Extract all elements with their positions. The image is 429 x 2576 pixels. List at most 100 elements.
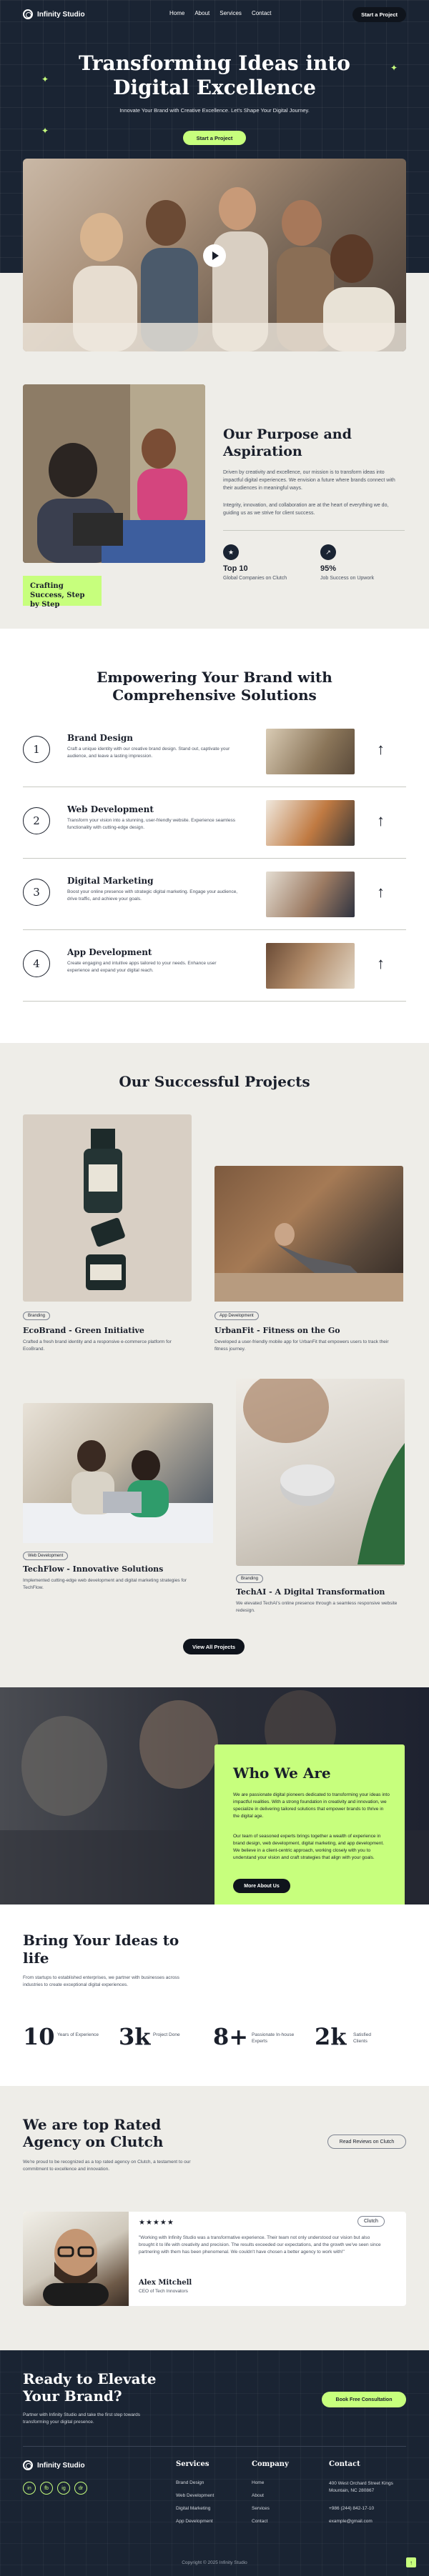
sparkle-icon: ✦	[390, 63, 398, 73]
project-name[interactable]: TechAI - A Digital Transformation	[236, 1587, 385, 1597]
footer-brand-name: Infinity Studio	[37, 2461, 85, 2470]
arrow-up-icon[interactable]: ↑	[377, 883, 385, 902]
read-reviews-button[interactable]: Read Reviews on Clutch	[327, 2135, 406, 2149]
clutch-title: We are top Rated Agency on Clutch	[23, 2116, 164, 2150]
stat-label: Years of Experience	[57, 2032, 99, 2037]
hero-subtitle: Innovate Your Brand with Creative Excell…	[119, 107, 310, 114]
bring-ideas-title: Bring Your Ideas to life	[23, 1932, 179, 1967]
footer-link[interactable]: Home	[252, 2480, 264, 2485]
footer-link[interactable]: Contact	[252, 2519, 267, 2524]
project-name[interactable]: EcoBrand - Green Initiative	[23, 1326, 144, 1335]
stat-value: 3k	[119, 2023, 151, 2050]
purpose-paragraph-2: Integrity, innovation, and collaboration…	[223, 503, 389, 516]
divider	[223, 530, 405, 531]
stat-label: Satisfied Clients	[353, 2032, 371, 2044]
testimonial-quote: "Working with Infinity Studio was a tran…	[139, 2235, 381, 2255]
service-number: 3	[23, 879, 50, 906]
facebook-icon[interactable]: fb	[40, 2482, 53, 2495]
footer-services-heading: Services	[176, 2460, 209, 2468]
rating-stars-icon: ★★★★★	[139, 2219, 174, 2227]
stat-label: Passionate In-house Experts	[252, 2032, 295, 2044]
footer-contact-heading: Contact	[329, 2460, 360, 2468]
smart-speaker-illustration	[243, 1372, 405, 1564]
yoga-illustration	[214, 1223, 403, 1302]
divider	[23, 2446, 406, 2447]
clutch-icon: ★	[223, 544, 239, 560]
service-row[interactable]: 2 Web Development Transform your vision …	[23, 794, 406, 859]
page: Infinity Studio Home About Services Cont…	[0, 0, 429, 2576]
nav-link-services[interactable]: Services	[220, 10, 242, 16]
start-project-hero-button[interactable]: Start a Project	[183, 131, 246, 145]
testimonial-role: CEO of Tech Innovators	[139, 2289, 188, 2294]
arrow-up-icon[interactable]: ↑	[377, 812, 385, 830]
arrow-up-icon[interactable]: ↑	[377, 740, 385, 759]
project-image-ecobrand[interactable]	[23, 1114, 192, 1302]
play-video-button[interactable]	[203, 244, 226, 267]
services-title: Empowering Your Brand with Comprehensive…	[97, 669, 332, 704]
project-name[interactable]: TechFlow - Innovative Solutions	[23, 1564, 163, 1574]
project-image-techflow[interactable]	[23, 1403, 213, 1543]
footer-email[interactable]: example@gmail.com	[329, 2519, 373, 2524]
project-image-urbanfit[interactable]	[214, 1166, 403, 1302]
service-number: 2	[23, 807, 50, 834]
testimonial-avatar-image	[23, 2212, 129, 2306]
service-image	[266, 872, 355, 917]
footer-brand-logo[interactable]: Infinity Studio	[23, 2460, 85, 2470]
footer-phone[interactable]: +986 (244) 842-17-10	[329, 2506, 374, 2511]
hero-title: Transforming Ideas into Digital Excellen…	[79, 51, 350, 99]
service-number: 4	[23, 950, 50, 977]
footer-link[interactable]: Brand Design	[176, 2480, 204, 2485]
footer-link[interactable]: Services	[252, 2506, 270, 2511]
nav-link-about[interactable]: About	[194, 10, 209, 16]
project-badge: Branding	[23, 1312, 51, 1320]
view-all-projects-button[interactable]: View All Projects	[183, 1639, 245, 1654]
more-about-us-button[interactable]: More About Us	[233, 1879, 290, 1893]
stat-label: Job Success on Upwork	[320, 576, 375, 581]
stat-value: 10	[23, 2023, 55, 2050]
footer-link[interactable]: Digital Marketing	[176, 2506, 210, 2511]
footer-link[interactable]: About	[252, 2493, 264, 2498]
bottle-illustration	[84, 1129, 126, 1290]
book-consultation-button[interactable]: Book Free Consultation	[322, 2392, 406, 2407]
service-number: 1	[23, 736, 50, 763]
footer-cta-paragraph: Partner with Infinity Studio and take th…	[23, 2412, 141, 2425]
social-links: in fb ig dr	[23, 2482, 87, 2495]
stat-label: Project Done	[153, 2032, 180, 2037]
project-badge: Branding	[236, 1574, 264, 1583]
nav-link-home[interactable]: Home	[169, 10, 184, 16]
back-to-top-icon[interactable]: ↑	[406, 2557, 416, 2567]
project-description: Crafted a fresh brand identity and a res…	[23, 1339, 172, 1352]
copyright-text: Copyright © 2025 Infinity Studio	[182, 2560, 247, 2565]
start-project-nav-button[interactable]: Start a Project	[352, 7, 406, 22]
service-name: App Development	[67, 947, 152, 957]
nav-link-contact[interactable]: Contact	[252, 10, 272, 16]
divider	[23, 1001, 406, 1002]
footer-link[interactable]: App Development	[176, 2519, 213, 2524]
projects-title: Our Successful Projects	[119, 1073, 310, 1090]
footer-cta-title: Ready to Elevate Your Brand?	[23, 2370, 157, 2405]
brand-logo[interactable]: Infinity Studio	[23, 9, 85, 19]
infinity-logo-icon	[23, 2460, 33, 2470]
project-name[interactable]: UrbanFit - Fitness on the Go	[214, 1326, 340, 1335]
footer-company-heading: Company	[252, 2460, 289, 2468]
service-row[interactable]: 1 Brand Design Craft a unique identity w…	[23, 723, 406, 787]
project-badge: Web Development	[23, 1552, 69, 1560]
linkedin-icon[interactable]: in	[23, 2482, 36, 2495]
arrow-up-icon[interactable]: ↑	[377, 954, 385, 973]
service-row[interactable]: 3 Digital Marketing Boost your online pr…	[23, 866, 406, 930]
footer-link[interactable]: Web Development	[176, 2493, 214, 2498]
nav-links: Home About Services Contact	[169, 10, 272, 16]
stat-value: 8+	[213, 2023, 249, 2050]
project-image-techai[interactable]	[236, 1372, 405, 1566]
purpose-title: Our Purpose and Aspiration	[223, 426, 352, 459]
project-description: Implemented cutting-edge web development…	[23, 1578, 187, 1590]
top-nav: Infinity Studio Home About Services Cont…	[23, 6, 406, 23]
divider	[23, 858, 406, 859]
dribbble-icon[interactable]: dr	[74, 2482, 87, 2495]
brand-name: Infinity Studio	[37, 10, 85, 19]
purpose-paragraph-1: Driven by creativity and excellence, our…	[223, 470, 395, 491]
service-row[interactable]: 4 App Development Create engaging and in…	[23, 937, 406, 1002]
service-description: Craft a unique identity with our creativ…	[67, 747, 230, 759]
sparkle-icon: ✦	[41, 126, 49, 136]
instagram-icon[interactable]: ig	[57, 2482, 70, 2495]
